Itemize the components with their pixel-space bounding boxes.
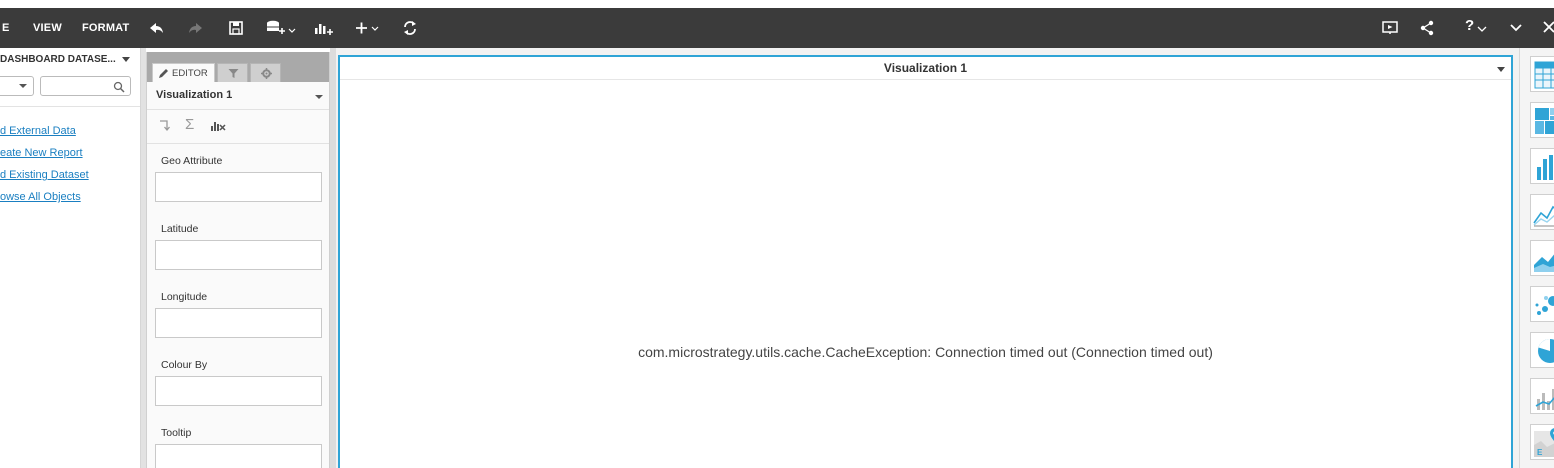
latitude-label: Latitude	[161, 223, 199, 235]
chevron-down-icon	[19, 84, 27, 88]
geo-attribute-dropzone[interactable]	[155, 172, 322, 202]
visualization-title[interactable]: Visualization 1	[340, 61, 1511, 75]
tab-properties[interactable]	[250, 63, 281, 82]
main-toolbar: E VIEW FORMAT ?	[0, 8, 1554, 48]
tooltip-dropzone[interactable]	[155, 444, 322, 468]
collapse-icon[interactable]	[1506, 18, 1528, 38]
pencil-icon	[159, 69, 168, 78]
add-existing-dataset-link[interactable]: d Existing Dataset	[0, 169, 89, 181]
file-menu[interactable]: E	[2, 8, 10, 48]
presentation-icon[interactable]	[1380, 18, 1402, 38]
editor-panel: EDITOR Visualization 1 Σ Geo Attribute L…	[146, 52, 330, 468]
visualization-header: Visualization 1	[340, 57, 1511, 80]
grid-icon[interactable]	[1530, 56, 1554, 92]
gear-icon	[261, 68, 272, 79]
top-strip	[0, 0, 1554, 8]
share-icon[interactable]	[1417, 18, 1439, 38]
combo-chart-icon[interactable]	[1530, 378, 1554, 414]
create-new-report-link[interactable]: eate New Report	[0, 147, 83, 159]
swap-icon[interactable]	[158, 118, 172, 137]
longitude-label: Longitude	[161, 291, 208, 303]
add-icon[interactable]	[353, 18, 381, 38]
heatmap-icon[interactable]	[1530, 102, 1554, 138]
save-icon[interactable]	[226, 18, 248, 38]
latitude-dropzone[interactable]	[155, 240, 322, 270]
pie-chart-icon[interactable]	[1530, 332, 1554, 368]
map-icon[interactable]: E	[1530, 424, 1554, 460]
help-label: ?	[1465, 17, 1475, 34]
editor-divider	[147, 109, 329, 110]
redo-icon[interactable]	[186, 18, 208, 38]
tab-filter[interactable]	[217, 63, 248, 82]
add-external-data-link[interactable]: d External Data	[0, 125, 76, 137]
svg-text:E: E	[1537, 448, 1543, 457]
chevron-down-icon[interactable]	[315, 95, 323, 99]
editor-tabbar: EDITOR	[147, 52, 329, 82]
longitude-dropzone[interactable]	[155, 308, 322, 338]
filter-icon	[228, 69, 239, 78]
error-message: com.microstrategy.utils.cache.CacheExcep…	[638, 344, 1213, 360]
editor-viz-name[interactable]: Visualization 1	[156, 89, 232, 101]
datasets-title[interactable]: DASHBOARD DATASE...	[0, 54, 116, 65]
colour-by-label: Colour By	[161, 359, 208, 371]
line-chart-icon[interactable]	[1530, 194, 1554, 230]
geo-attribute-label: Geo Attribute	[161, 155, 223, 167]
add-data-icon[interactable]	[264, 18, 298, 38]
visualization-gallery: E	[1519, 48, 1554, 468]
search-icon[interactable]	[113, 80, 125, 98]
bubble-chart-icon[interactable]	[1530, 286, 1554, 322]
view-menu[interactable]: VIEW	[33, 8, 62, 48]
dataset-selector[interactable]	[0, 76, 34, 96]
undo-icon[interactable]	[146, 18, 168, 38]
datasets-menu-caret-icon[interactable]	[122, 57, 130, 62]
tab-editor[interactable]: EDITOR	[152, 63, 215, 82]
help-icon[interactable]: ?	[1463, 17, 1489, 38]
editor-divider	[147, 143, 329, 144]
visualization-container[interactable]: Visualization 1 com.microstrategy.utils.…	[338, 55, 1513, 468]
datasets-panel: DASHBOARD DATASE... d External Data eate…	[0, 48, 141, 468]
tab-editor-label: EDITOR	[172, 68, 208, 79]
insert-visualization-icon[interactable]	[312, 18, 334, 38]
area-chart-icon[interactable]	[1530, 240, 1554, 276]
colour-by-dropzone[interactable]	[155, 376, 322, 406]
tooltip-label: Tooltip	[161, 427, 192, 439]
bar-chart-icon[interactable]	[1530, 148, 1554, 184]
browse-all-objects-link[interactable]: owse All Objects	[0, 191, 81, 203]
panel-divider	[0, 106, 140, 107]
chart-clear-icon[interactable]	[210, 118, 226, 137]
format-menu[interactable]: FORMAT	[82, 8, 129, 48]
visualization-menu-caret-icon[interactable]	[1497, 67, 1505, 72]
refresh-icon[interactable]	[400, 18, 422, 38]
dataset-search-input[interactable]	[40, 76, 131, 96]
sigma-icon[interactable]: Σ	[185, 116, 194, 133]
close-icon[interactable]	[1540, 18, 1554, 38]
